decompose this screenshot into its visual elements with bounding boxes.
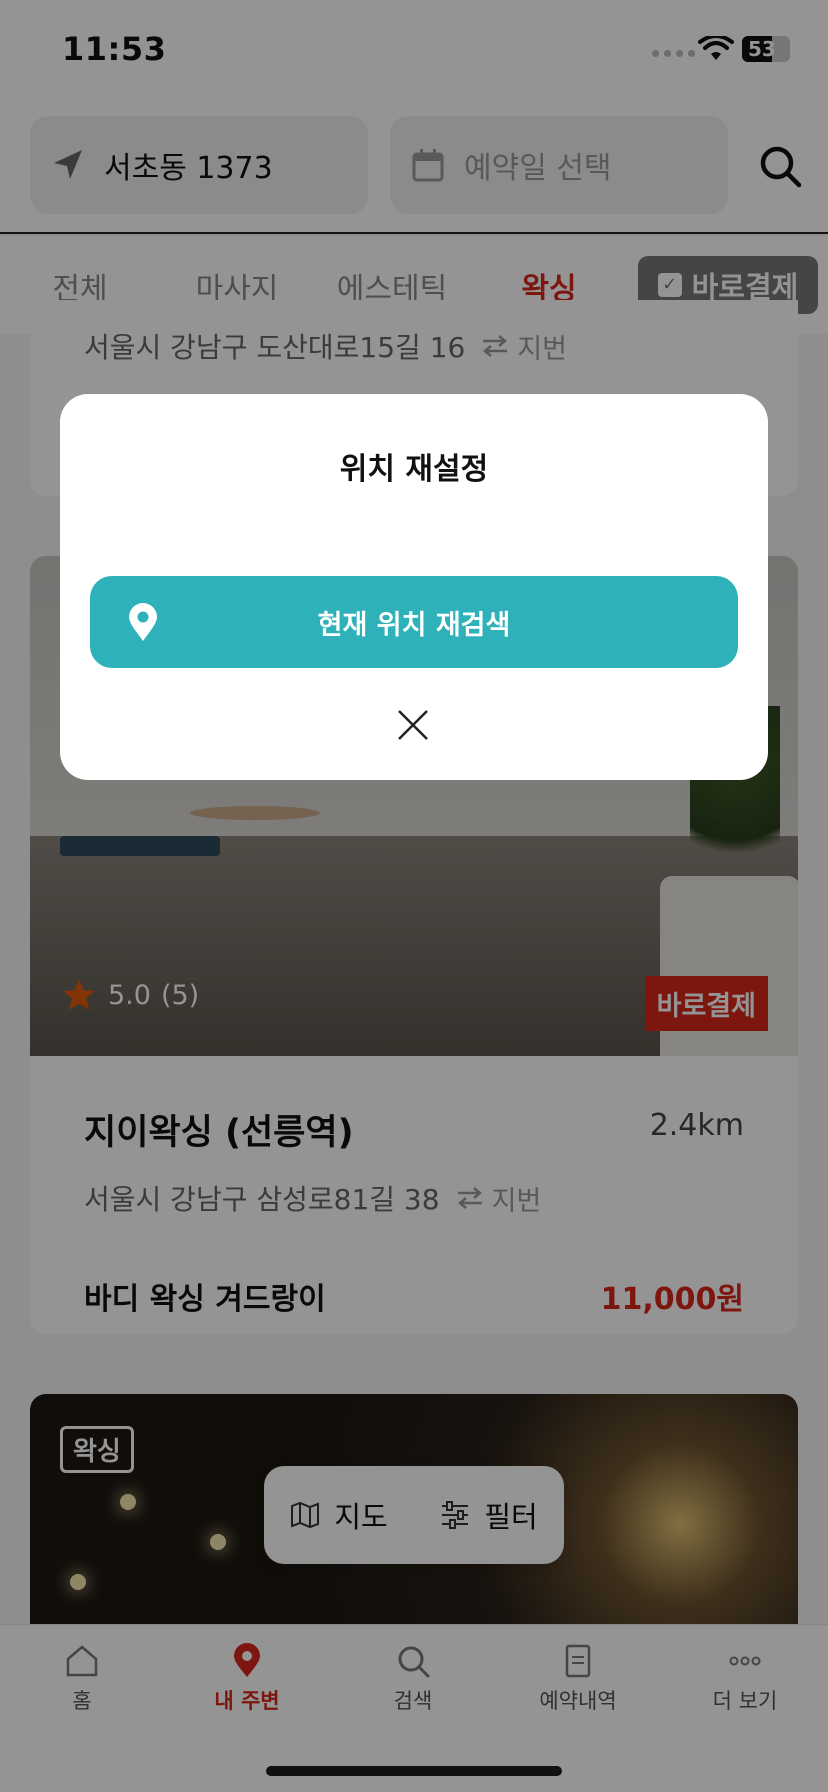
close-icon[interactable] — [396, 708, 430, 742]
relocation-modal: 위치 재설정 현재 위치 재검색 — [60, 394, 768, 780]
research-current-location-label: 현재 위치 재검색 — [317, 609, 511, 641]
home-indicator — [266, 1766, 562, 1776]
modal-title: 위치 재설정 — [339, 452, 489, 487]
modal-backdrop[interactable] — [0, 0, 828, 1792]
location-pin-icon — [129, 603, 157, 641]
research-current-location-button[interactable]: 현재 위치 재검색 — [90, 576, 738, 668]
